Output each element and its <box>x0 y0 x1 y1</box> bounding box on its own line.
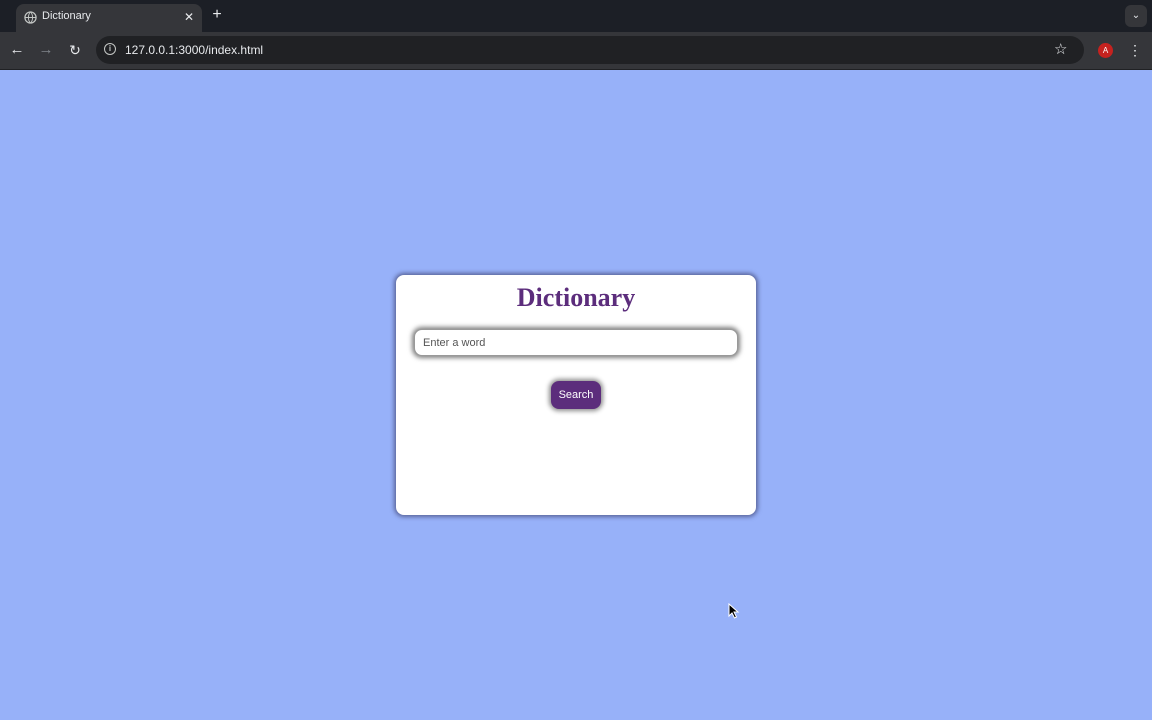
info-icon[interactable]: i <box>104 43 116 55</box>
tab-title: Dictionary <box>42 10 91 22</box>
browser-window: Dictionary ✕ + ⌄ ← → ↻ i 127.0.0.1:3000/… <box>0 0 1152 720</box>
avatar[interactable]: A <box>1098 43 1113 58</box>
search-input[interactable] <box>414 329 738 356</box>
address-bar[interactable]: i 127.0.0.1:3000/index.html ☆ <box>96 36 1084 64</box>
tab-strip: Dictionary ✕ + ⌄ <box>0 0 1152 32</box>
plus-icon[interactable]: + <box>209 7 225 23</box>
arrow-left-icon[interactable]: ← <box>8 41 26 59</box>
mouse-cursor-icon <box>728 603 740 619</box>
chevron-down-icon[interactable]: ⌄ <box>1125 5 1147 27</box>
globe-icon <box>24 11 37 24</box>
url-text[interactable]: 127.0.0.1:3000/index.html <box>125 43 263 57</box>
star-icon[interactable]: ☆ <box>1054 40 1067 60</box>
page-title: Dictionary <box>516 283 636 312</box>
search-button[interactable]: Search <box>551 381 601 409</box>
tab-dictionary[interactable]: Dictionary ✕ <box>16 4 202 32</box>
dictionary-card: Dictionary Search <box>396 275 756 515</box>
close-icon[interactable]: ✕ <box>182 10 196 24</box>
page-viewport: Dictionary Search <box>0 70 1152 720</box>
reload-icon[interactable]: ↻ <box>66 41 84 59</box>
kebab-menu-icon[interactable]: ⋮ <box>1128 41 1142 59</box>
arrow-right-icon[interactable]: → <box>37 41 55 59</box>
browser-toolbar: ← → ↻ i 127.0.0.1:3000/index.html ☆ A ⋮ <box>0 32 1152 70</box>
